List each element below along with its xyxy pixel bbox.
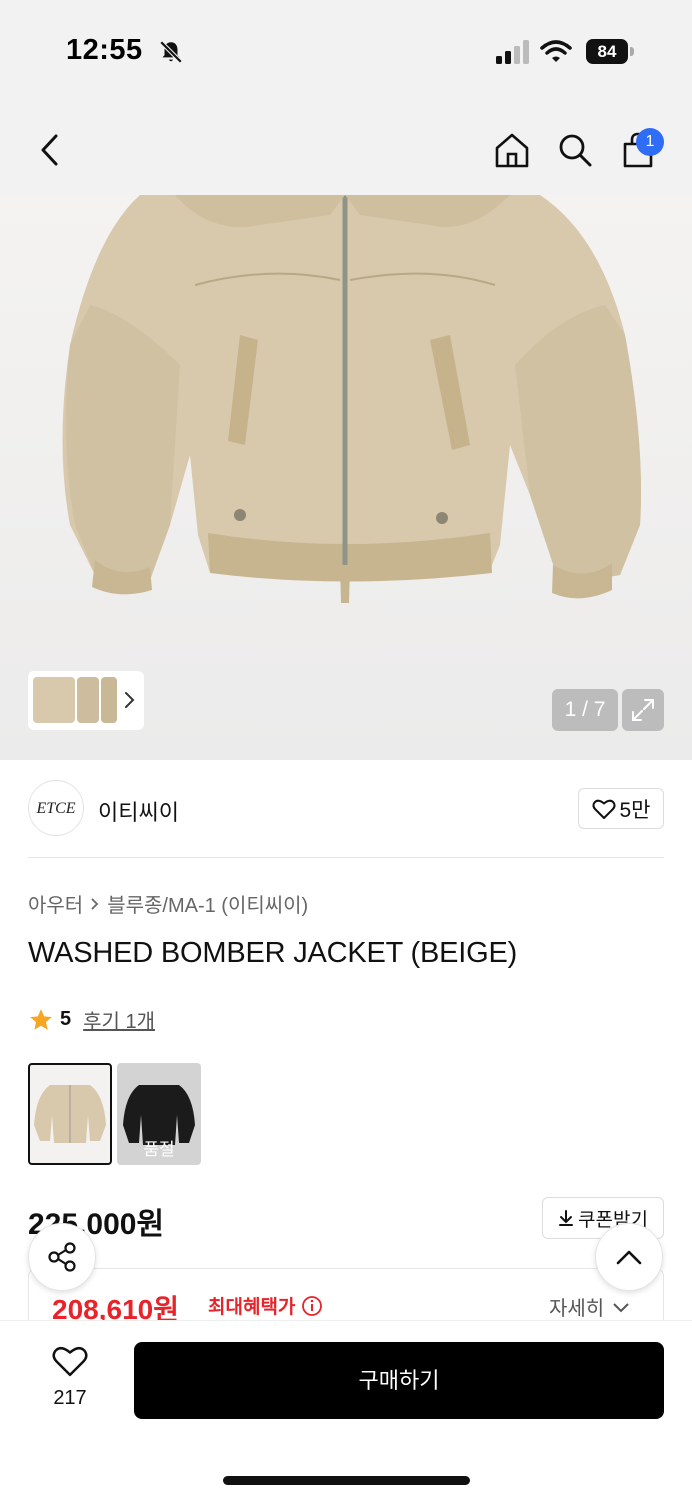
rating-row: 5 후기 1개 — [28, 1005, 155, 1034]
product-page: 12:55 84 1 1 / 7 ETCE 이티씨이 5만 아우터 블루종/MA… — [0, 0, 692, 1500]
home-button[interactable] — [488, 126, 536, 174]
search-icon — [559, 134, 592, 167]
breadcrumb-category[interactable]: 아우터 — [28, 889, 83, 918]
rating-score: 5 — [60, 1008, 72, 1030]
back-button[interactable] — [26, 126, 74, 174]
thumbnail-strip[interactable] — [28, 671, 144, 730]
buy-button[interactable]: 구매하기 — [134, 1342, 664, 1419]
breadcrumb-subcategory[interactable]: 블루종/MA-1 (이티씨이) — [107, 889, 308, 918]
wish-button[interactable]: 217 — [40, 1344, 100, 1414]
home-icon — [495, 133, 529, 168]
chevron-down-icon — [613, 1302, 629, 1312]
status-time: 12:55 — [66, 34, 143, 66]
bell-slash-icon — [159, 40, 183, 64]
status-bar: 12:55 84 — [0, 0, 692, 100]
review-link[interactable]: 후기 1개 — [83, 1005, 155, 1034]
detail-label: 자세히 — [549, 1298, 605, 1320]
benefit-label: 최대혜택가 — [208, 1297, 296, 1318]
wifi-icon — [540, 40, 572, 62]
thumbnail-2[interactable] — [77, 677, 99, 723]
image-counter: 1 / 7 — [552, 689, 618, 731]
variant-image-beige — [34, 1085, 106, 1143]
brand-like-count: 5만 — [619, 798, 651, 822]
heart-icon — [52, 1347, 88, 1377]
back-arrow-icon — [41, 134, 58, 166]
top-nav — [0, 112, 692, 188]
wish-count: 217 — [53, 1387, 87, 1409]
soldout-label: 품절 — [143, 1140, 175, 1159]
heart-icon — [591, 799, 616, 819]
thumbnail-1[interactable] — [33, 677, 75, 723]
share-icon — [48, 1242, 76, 1272]
breadcrumb: 아우터 블루종/MA-1 (이티씨이) — [28, 889, 308, 918]
signal-icon — [496, 40, 529, 64]
chevron-right-icon — [125, 692, 135, 708]
battery-icon: 84 — [586, 39, 634, 64]
battery-level: 84 — [586, 39, 628, 64]
benefit-label-row: 최대혜택가 — [208, 1292, 323, 1319]
detail-toggle[interactable]: 자세히 — [549, 1292, 630, 1321]
thumbnail-3[interactable] — [101, 677, 117, 723]
battery-tip — [630, 47, 634, 56]
chevron-up-icon — [616, 1250, 642, 1265]
brand-logo[interactable]: ETCE — [28, 780, 84, 836]
star-icon — [30, 1008, 52, 1030]
expand-icon — [632, 699, 654, 721]
share-button[interactable] — [28, 1223, 96, 1291]
brand-name[interactable]: 이티씨이 — [98, 795, 179, 827]
product-title: WASHED BOMBER JACKET (BEIGE) — [28, 937, 518, 969]
variant-swatch-beige[interactable] — [28, 1063, 112, 1165]
cart-count-badge: 1 — [636, 128, 664, 156]
home-indicator — [223, 1476, 470, 1485]
search-button[interactable] — [551, 126, 599, 174]
download-icon — [559, 1210, 574, 1226]
scroll-top-button[interactable] — [595, 1223, 663, 1291]
expand-button[interactable] — [622, 689, 664, 731]
chevron-right-icon — [91, 897, 99, 910]
brand-like-button[interactable]: 5만 — [578, 788, 664, 829]
info-icon[interactable] — [301, 1295, 323, 1317]
variant-swatch-black[interactable]: 품절 — [117, 1063, 201, 1165]
divider — [28, 857, 664, 858]
